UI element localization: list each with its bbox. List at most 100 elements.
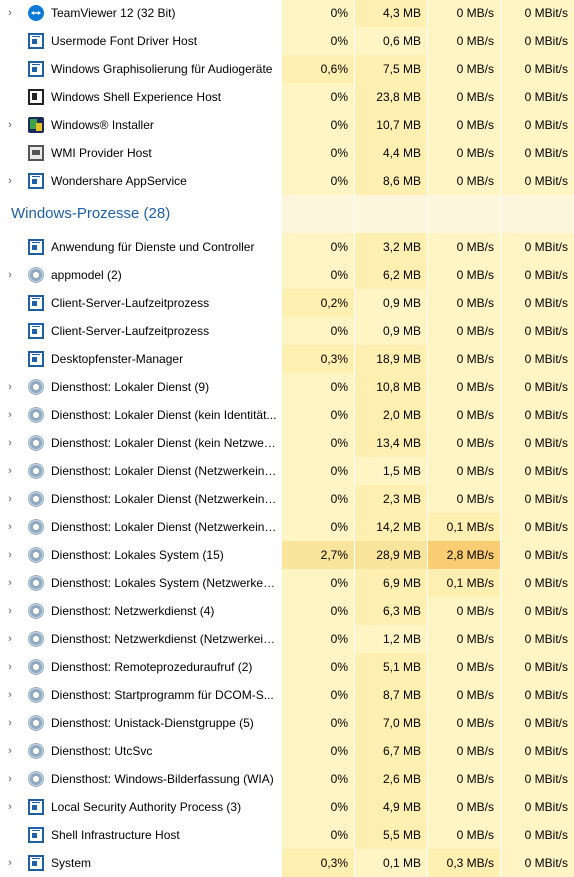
memory-value: 18,9 MB xyxy=(355,345,427,373)
process-row[interactable]: › Diensthost: Lokaler Dienst (Netzwerkein… xyxy=(0,485,574,513)
chevron-right-icon[interactable]: › xyxy=(4,717,16,729)
process-row[interactable]: › Diensthost: Netzwerkdienst (4) 0% 6,3 MB 0… xyxy=(0,597,574,625)
memory-value: 28,9 MB xyxy=(355,541,427,569)
process-name: Diensthost: Lokales System (15) xyxy=(51,548,224,562)
process-row[interactable]: › System 0,3% 0,1 MB 0,3 MB/s 0 MBit/s xyxy=(0,849,574,877)
disk-value: 0 MB/s xyxy=(428,401,500,429)
chevron-right-icon[interactable]: › xyxy=(4,801,16,813)
chevron-right-icon[interactable]: › xyxy=(4,549,16,561)
process-row[interactable]: › Windows® Installer 0% 10,7 MB 0 MB/s 0 MBit… xyxy=(0,111,574,139)
chevron-right-icon[interactable]: › xyxy=(4,7,16,19)
disk-value: 0 MB/s xyxy=(428,485,500,513)
process-name: Desktopfenster-Manager xyxy=(51,352,184,366)
disk-value: 0 MB/s xyxy=(428,597,500,625)
group-header-windows-processes[interactable]: Windows-Prozesse (28) xyxy=(0,195,574,233)
process-row[interactable]: › Diensthost: Lokaler Dienst (Netzwerkein… xyxy=(0,457,574,485)
chevron-right-icon[interactable]: › xyxy=(4,493,16,505)
process-row[interactable]: Windows Shell Experience Host 0% 23,8 MB 0 … xyxy=(0,83,574,111)
chevron-right-icon[interactable]: › xyxy=(4,857,16,869)
disk-value: 0 MB/s xyxy=(428,317,500,345)
process-name-cell: › Local Security Authority Process (3) xyxy=(0,793,281,821)
process-name: TeamViewer 12 (32 Bit) xyxy=(51,6,176,20)
chevron-right-icon[interactable]: › xyxy=(4,269,16,281)
chevron-right-icon[interactable]: › xyxy=(4,661,16,673)
disk-value: 0 MB/s xyxy=(428,139,500,167)
network-value: 0 MBit/s xyxy=(501,709,574,737)
disk-value: 0 MB/s xyxy=(428,27,500,55)
memory-value: 5,1 MB xyxy=(355,653,427,681)
memory-value: 4,9 MB xyxy=(355,793,427,821)
chevron-right-icon[interactable]: › xyxy=(4,437,16,449)
chevron-right-icon[interactable]: › xyxy=(4,381,16,393)
process-name: Diensthost: Remoteprozeduraufruf (2) xyxy=(51,660,253,674)
process-row[interactable]: › Local Security Authority Process (3) 0% 4… xyxy=(0,793,574,821)
gear-icon xyxy=(28,491,44,507)
process-row[interactable]: › Diensthost: Lokaler Dienst (Netzwerkein… xyxy=(0,513,574,541)
process-name: Usermode Font Driver Host xyxy=(51,34,198,48)
gear-icon xyxy=(28,631,44,647)
process-row[interactable]: › Wondershare AppService 0% 8,6 MB 0 MB/s 0 M… xyxy=(0,167,574,195)
chevron-right-icon[interactable]: › xyxy=(4,465,16,477)
network-value: 0 MBit/s xyxy=(501,139,574,167)
network-value: 0 MBit/s xyxy=(501,167,574,195)
chevron-right-icon[interactable]: › xyxy=(4,689,16,701)
cpu-value: 0,3% xyxy=(282,849,354,877)
gear-icon xyxy=(28,743,44,759)
process-row[interactable]: Anwendung für Dienste und Controller 0% 3,… xyxy=(0,233,574,261)
process-name: Local Security Authority Process (3) xyxy=(51,800,242,814)
process-name-cell: › Diensthost: Windows-Bilderfassung (WIA) xyxy=(0,765,281,793)
group-header-cell xyxy=(355,195,427,233)
chevron-right-icon[interactable]: › xyxy=(4,633,16,645)
process-row[interactable]: Shell Infrastructure Host 0% 5,5 MB 0 MB/s 0… xyxy=(0,821,574,849)
process-row[interactable]: › appmodel (2) 0% 6,2 MB 0 MB/s 0 MBit/s xyxy=(0,261,574,289)
process-name: Diensthost: Lokales System (Netzwerkein.… xyxy=(51,576,277,590)
chevron-right-icon[interactable]: › xyxy=(4,605,16,617)
process-name-cell: WMI Provider Host xyxy=(0,139,281,167)
process-row[interactable]: › Diensthost: Lokales System (15) 2,7% 28,9… xyxy=(0,541,574,569)
memory-value: 10,8 MB xyxy=(355,373,427,401)
chevron-right-icon[interactable]: › xyxy=(4,745,16,757)
process-row[interactable]: › Diensthost: UtcSvc 0% 6,7 MB 0 MB/s 0 MBit/… xyxy=(0,737,574,765)
chevron-right-icon[interactable]: › xyxy=(4,521,16,533)
memory-value: 14,2 MB xyxy=(355,513,427,541)
process-row[interactable]: › Diensthost: Lokaler Dienst (kein Netzwe… xyxy=(0,429,574,457)
process-name-cell: › Windows® Installer xyxy=(0,111,281,139)
network-value: 0 MBit/s xyxy=(501,457,574,485)
cpu-value: 0% xyxy=(282,765,354,793)
process-row[interactable]: › Diensthost: Unistack-Dienstgruppe (5) 0%… xyxy=(0,709,574,737)
chevron-right-icon[interactable]: › xyxy=(4,119,16,131)
chevron-right-icon[interactable]: › xyxy=(4,175,16,187)
process-name-cell: › Diensthost: Remoteprozeduraufruf (2) xyxy=(0,653,281,681)
chevron-right-icon[interactable]: › xyxy=(4,577,16,589)
process-row[interactable]: › Diensthost: Netzwerkdienst (Netzwerkein… xyxy=(0,625,574,653)
process-name-cell: › Diensthost: Netzwerkdienst (Netzwerkein… xyxy=(0,625,281,653)
process-row[interactable]: Desktopfenster-Manager 0,3% 18,9 MB 0 MB/s 0… xyxy=(0,345,574,373)
chevron-right-icon[interactable]: › xyxy=(4,409,16,421)
cpu-value: 0% xyxy=(282,139,354,167)
process-row[interactable]: › Diensthost: Startprogramm für DCOM-S...… xyxy=(0,681,574,709)
process-row[interactable]: WMI Provider Host 0% 4,4 MB 0 MB/s 0 MBit/s xyxy=(0,139,574,167)
process-row[interactable]: › Diensthost: Windows-Bilderfassung (WIA)… xyxy=(0,765,574,793)
process-row[interactable]: › Diensthost: Lokaler Dienst (kein Identi… xyxy=(0,401,574,429)
process-row[interactable]: › Diensthost: Lokales System (Netzwerkein… xyxy=(0,569,574,597)
teamviewer-icon xyxy=(28,5,44,21)
chevron-right-icon[interactable]: › xyxy=(4,773,16,785)
cpu-value: 0% xyxy=(282,27,354,55)
process-row[interactable]: › TeamViewer 12 (32 Bit) 0% 4,3 MB 0 MB/s 0 M… xyxy=(0,0,574,27)
disk-value: 0 MB/s xyxy=(428,625,500,653)
process-row[interactable]: Windows Graphisolierung für Audiogeräte 0… xyxy=(0,55,574,83)
process-row[interactable]: Usermode Font Driver Host 0% 0,6 MB 0 MB/s 0… xyxy=(0,27,574,55)
process-row[interactable]: Client-Server-Laufzeitprozess 0% 0,9 MB 0 M… xyxy=(0,317,574,345)
process-row[interactable]: › Diensthost: Remoteprozeduraufruf (2) 0% 5… xyxy=(0,653,574,681)
process-row[interactable]: › Diensthost: Lokaler Dienst (9) 0% 10,8 MB… xyxy=(0,373,574,401)
disk-value: 0 MB/s xyxy=(428,55,500,83)
disk-value: 0 MB/s xyxy=(428,167,500,195)
cpu-value: 0% xyxy=(282,401,354,429)
network-value: 0 MBit/s xyxy=(501,765,574,793)
process-row[interactable]: Client-Server-Laufzeitprozess 0,2% 0,9 MB 0… xyxy=(0,289,574,317)
process-name: Diensthost: Lokaler Dienst (Netzwerkeins… xyxy=(51,464,277,478)
memory-value: 6,9 MB xyxy=(355,569,427,597)
network-value: 0 MBit/s xyxy=(501,83,574,111)
network-value: 0 MBit/s xyxy=(501,0,574,27)
memory-value: 6,7 MB xyxy=(355,737,427,765)
